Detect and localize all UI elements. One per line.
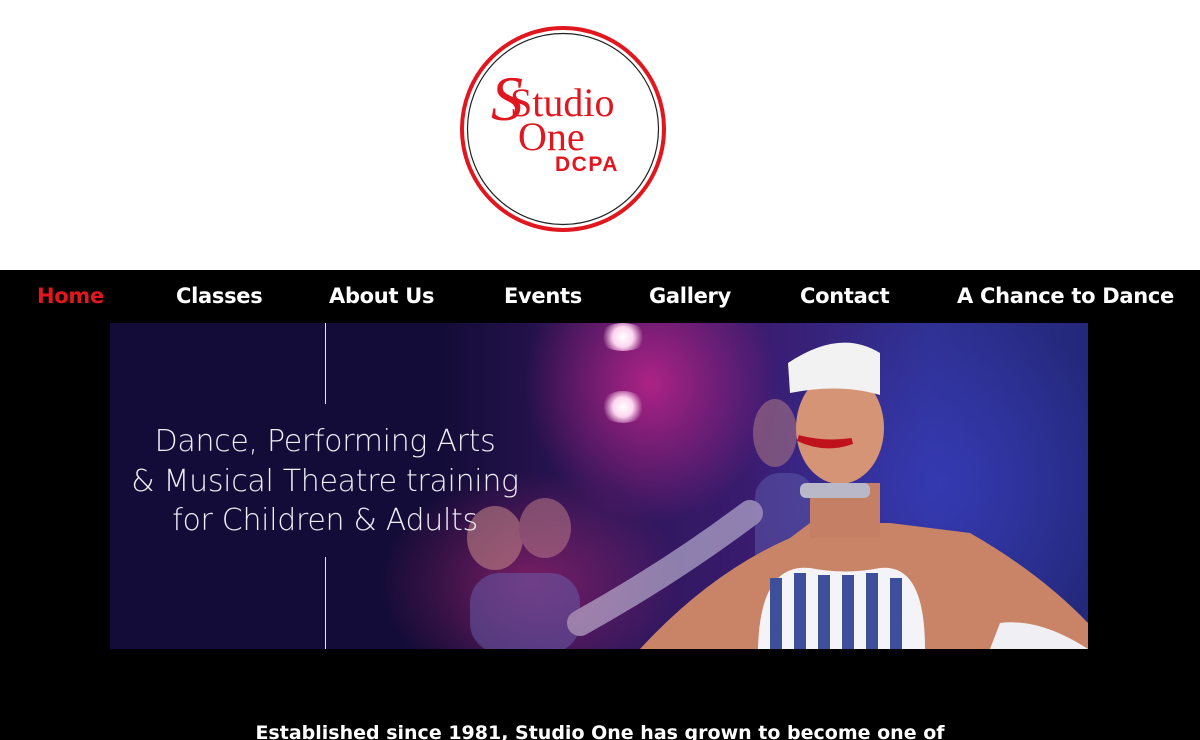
hero-divider-line	[325, 323, 326, 404]
nav-item-gallery[interactable]: Gallery	[649, 270, 731, 323]
nav-item-a-chance-to-dance[interactable]: A Chance to Dance	[957, 270, 1174, 323]
nav-item-events[interactable]: Events	[504, 270, 582, 323]
nav-item-classes[interactable]: Classes	[176, 270, 263, 323]
studio-one-logo[interactable]: Studio S One DCPA	[458, 24, 668, 234]
nav-item-about-us[interactable]: About Us	[329, 270, 434, 323]
hero-tagline-line: Dance, Performing Arts	[154, 424, 496, 459]
svg-text:DCPA: DCPA	[555, 153, 619, 176]
main-navigation: Home Classes About Us Events Gallery Con…	[0, 270, 1200, 323]
logo-emblem-icon: Studio S One DCPA	[460, 26, 666, 232]
nav-item-home[interactable]: Home	[37, 270, 104, 323]
hero-banner: Dance, Performing Arts & Musical Theatre…	[110, 323, 1088, 649]
intro-paragraph: Established since 1981, Studio One has g…	[255, 722, 945, 740]
hero-divider-line	[325, 557, 326, 649]
nav-item-contact[interactable]: Contact	[800, 270, 890, 323]
site-header: Studio S One DCPA	[0, 0, 1200, 270]
hero-tagline-line: for Children & Adults	[172, 503, 478, 538]
hero-tagline: Dance, Performing Arts & Musical Theatre…	[110, 422, 540, 541]
hero-tagline-line: & Musical Theatre training	[131, 463, 519, 499]
